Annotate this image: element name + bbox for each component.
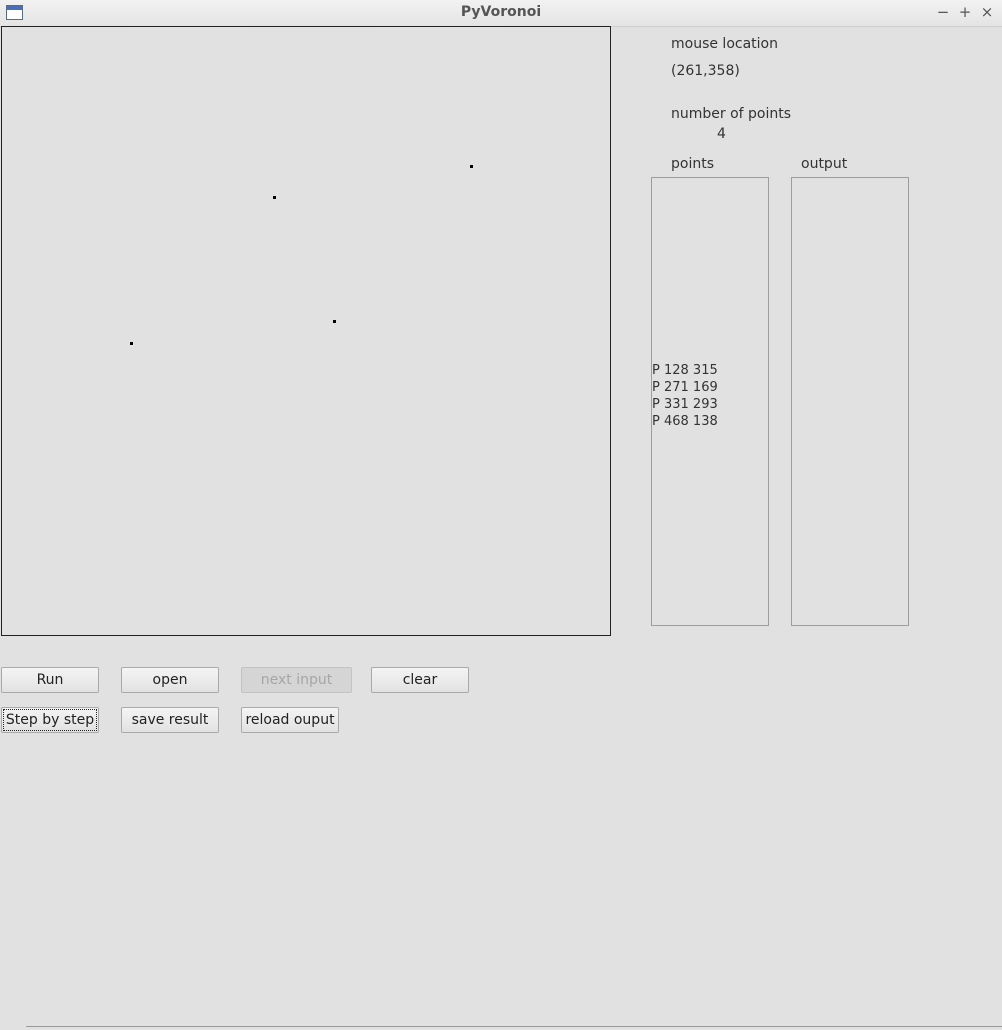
minimize-icon[interactable]: − — [934, 3, 952, 21]
window-title: PyVoronoi — [460, 4, 542, 20]
output-list-label: output — [801, 156, 848, 172]
mouse-location-value: (261,358) — [671, 63, 740, 79]
save-result-button[interactable]: save result — [121, 707, 219, 733]
number-of-points-label: number of points — [671, 106, 792, 122]
reload-output-button[interactable]: reload ouput — [241, 707, 339, 733]
number-of-points-value: 4 — [717, 126, 726, 142]
canvas-point — [130, 342, 133, 345]
canvas-point — [273, 196, 276, 199]
canvas-point — [470, 165, 473, 168]
points-list-item[interactable]: P 271 169 — [652, 379, 718, 396]
clear-button[interactable]: clear — [371, 667, 469, 693]
window-bottom-edge — [26, 1026, 1002, 1027]
points-list-item[interactable]: P 331 293 — [652, 396, 718, 413]
points-list: P 128 315 P 271 169 P 331 293 P 468 138 — [652, 362, 718, 430]
output-listbox[interactable] — [791, 177, 909, 626]
title-bar: PyVoronoi − + × — [0, 0, 1002, 27]
maximize-icon[interactable]: + — [956, 3, 974, 21]
run-button[interactable]: Run — [1, 667, 99, 693]
points-list-label: points — [671, 156, 714, 172]
points-listbox[interactable]: P 128 315 P 271 169 P 331 293 P 468 138 — [651, 177, 769, 626]
step-by-step-button[interactable]: Step by step — [1, 707, 99, 733]
close-icon[interactable]: × — [978, 3, 996, 21]
open-button[interactable]: open — [121, 667, 219, 693]
next-input-button[interactable]: next input — [241, 667, 352, 693]
points-list-item[interactable]: P 128 315 — [652, 362, 718, 379]
mouse-location-label: mouse location — [671, 36, 778, 52]
canvas-point — [333, 320, 336, 323]
drawing-canvas[interactable] — [1, 26, 611, 636]
points-list-item[interactable]: P 468 138 — [652, 413, 718, 430]
